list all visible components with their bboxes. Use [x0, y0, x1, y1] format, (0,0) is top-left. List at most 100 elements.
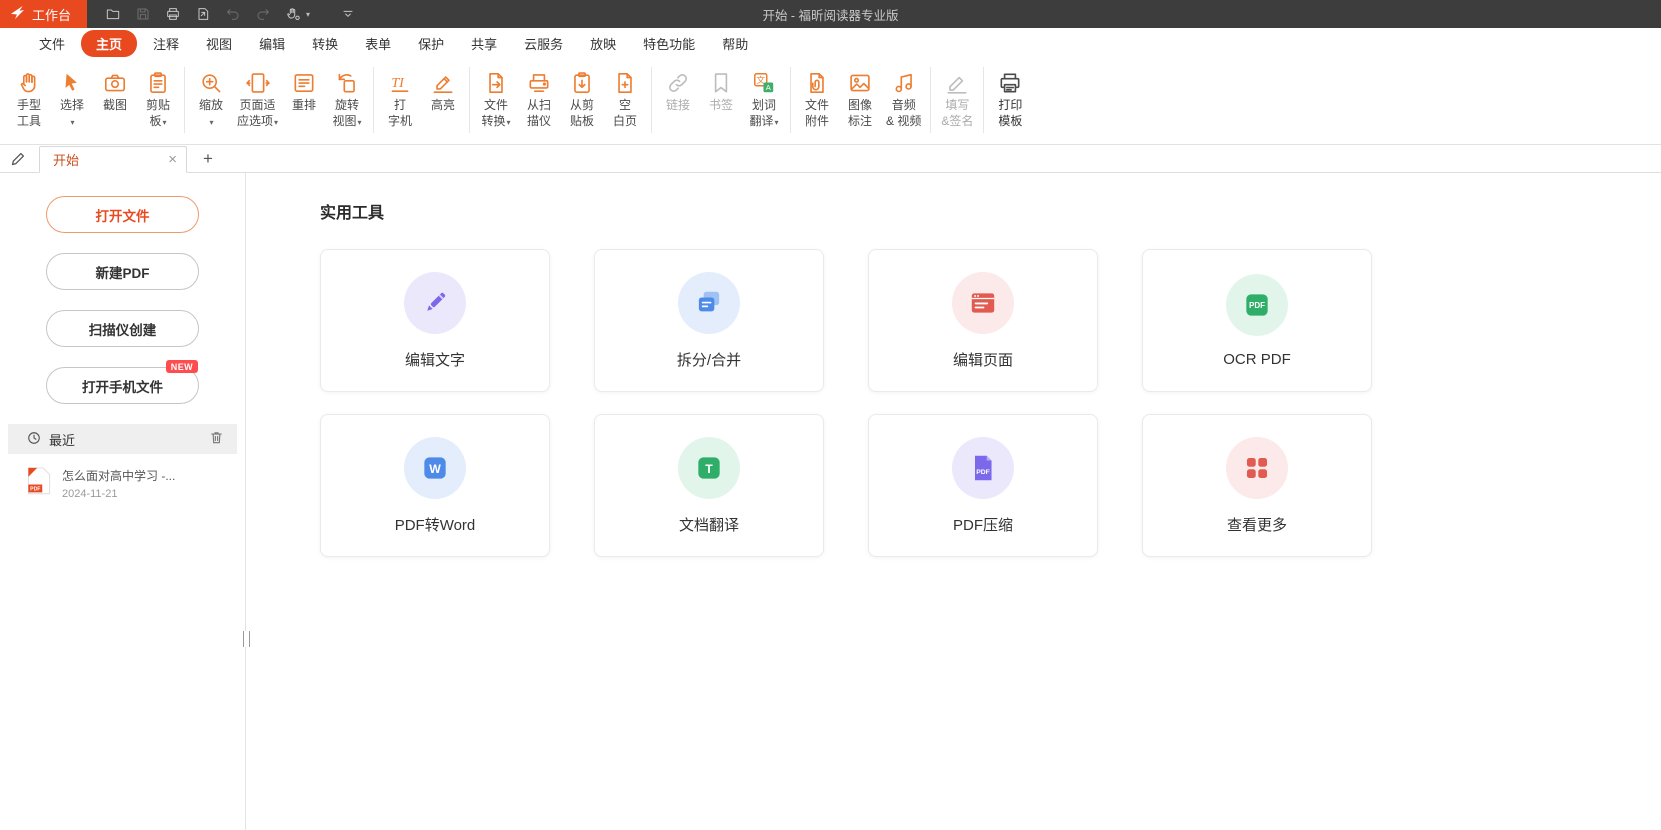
card-doc-translate[interactable]: T 文档翻译 [594, 414, 824, 557]
ribbon-group-0: 手型 工具选择 ▾截图剪贴 板▾ [4, 66, 183, 131]
from-clipboard-icon [569, 68, 595, 98]
menu-edit[interactable]: 编辑 [246, 30, 298, 57]
rotate-view-label: 旋转 视图▾ [333, 98, 362, 129]
pdf-file-icon: PDF [27, 467, 51, 500]
bookmark-icon [708, 68, 734, 98]
ribbon-file-convert-button[interactable]: 文件 转换▾ [476, 66, 516, 131]
export-page-icon[interactable] [189, 2, 216, 26]
doc-translate-label: 文档翻译 [679, 514, 739, 535]
word-translate-dropdown-caret: ▾ [775, 118, 779, 127]
section-title: 实用工具 [320, 199, 1661, 223]
rotate-view-icon [334, 68, 360, 98]
ribbon-audio-video-button[interactable]: 音频 & 视频 [883, 66, 924, 131]
recent-file-item[interactable]: PDF怎么面对高中学习 -...2024-11-21 [0, 454, 245, 500]
ribbon-hand-tool-button[interactable]: 手型 工具 [9, 66, 49, 131]
tab-close-icon[interactable]: × [168, 152, 177, 167]
ribbon-reflow-button[interactable]: 重排 [284, 66, 324, 116]
fill-sign-icon [944, 68, 970, 98]
audio-video-label: 音频 & 视频 [886, 98, 921, 129]
touch-mode-icon[interactable] [279, 2, 306, 26]
highlight-label: 高亮 [431, 98, 455, 114]
zoom-label: 缩放 ▾ [199, 98, 223, 129]
menu-form[interactable]: 表单 [352, 30, 404, 57]
typewriter-label: 打 字机 [388, 98, 412, 129]
ribbon-from-scanner-button[interactable]: 从扫 描仪 [519, 66, 559, 131]
touch-mode-icon-caret[interactable]: ▾ [306, 10, 310, 19]
menu-help[interactable]: 帮助 [709, 30, 761, 57]
tab-start[interactable]: 开始 × [39, 146, 187, 173]
rotate-view-dropdown-caret: ▾ [358, 118, 362, 127]
menu-home[interactable]: 主页 [81, 30, 137, 57]
file-convert-dropdown-caret: ▾ [507, 118, 511, 127]
file-attachment-label: 文件 附件 [805, 98, 829, 129]
ribbon-group-3: 文件 转换▾从扫 描仪从剪 贴板空 白页 [471, 66, 650, 131]
ribbon-print-template-button[interactable]: 打印 模板 [990, 66, 1030, 131]
customize-toolbar-icon[interactable] [334, 2, 361, 26]
ribbon-fill-sign-button[interactable]: 填写 &签名 [937, 66, 977, 131]
word-translate-label: 划词 翻译▾ [750, 98, 779, 129]
open-mobile-files-button[interactable]: 打开手机文件NEW [46, 367, 199, 404]
card-edit-text[interactable]: 编辑文字 [320, 249, 550, 392]
card-ocr-pdf[interactable]: PDFOCR PDF [1142, 249, 1372, 392]
ribbon-select-button[interactable]: 选择 ▾ [52, 66, 92, 131]
scanner-create-button[interactable]: 扫描仪创建 [46, 310, 199, 347]
card-pdf-compress[interactable]: PDFPDF压缩 [868, 414, 1098, 557]
open-folder-icon[interactable] [99, 2, 126, 26]
recent-file-title: 怎么面对高中学习 -... [62, 467, 175, 484]
menu-cloud[interactable]: 云服务 [511, 30, 576, 57]
sidebar-splitter-handle[interactable] [243, 631, 250, 647]
ribbon-typewriter-button[interactable]: TI 打 字机 [380, 66, 420, 131]
workspace-button[interactable]: 工作台 [0, 0, 87, 28]
ribbon-divider [930, 67, 931, 133]
svg-text:W: W [429, 461, 441, 475]
menu-comment[interactable]: 注释 [140, 30, 192, 57]
new-tab-button[interactable]: + [203, 149, 213, 169]
file-convert-icon [483, 68, 509, 98]
ribbon-from-clipboard-button[interactable]: 从剪 贴板 [562, 66, 602, 131]
ribbon-divider [184, 67, 185, 133]
clear-recent-icon[interactable] [209, 430, 224, 448]
ribbon-snapshot-button[interactable]: 截图 [95, 66, 135, 116]
card-view-more[interactable]: 查看更多 [1142, 414, 1372, 557]
pdf-compress-label: PDF压缩 [953, 514, 1013, 535]
new-pdf-button[interactable]: 新建PDF [46, 253, 199, 290]
reflow-label: 重排 [292, 98, 316, 114]
ribbon-word-translate-button[interactable]: 文A划词 翻译▾ [744, 66, 784, 131]
undo-icon[interactable] [219, 2, 246, 26]
highlight-icon [430, 68, 456, 98]
menu-share[interactable]: 共享 [458, 30, 510, 57]
card-edit-pages[interactable]: 编辑页面 [868, 249, 1098, 392]
ribbon-page-fit-options-button[interactable]: 页面适 应选项▾ [234, 66, 281, 131]
menu-slideshow[interactable]: 放映 [577, 30, 629, 57]
menu-file[interactable]: 文件 [26, 30, 78, 57]
ribbon-link-button[interactable]: 链接 [658, 66, 698, 116]
print-icon[interactable] [159, 2, 186, 26]
hand-tool-label: 手型 工具 [17, 98, 41, 129]
ribbon-blank-page-button[interactable]: 空 白页 [605, 66, 645, 131]
save-icon[interactable] [129, 2, 156, 26]
ribbon-zoom-button[interactable]: 缩放 ▾ [191, 66, 231, 131]
open-file-button[interactable]: 打开文件 [46, 196, 199, 233]
svg-text:T: T [705, 461, 713, 475]
menu-convert[interactable]: 转换 [299, 30, 351, 57]
ribbon-highlight-button[interactable]: 高亮 [423, 66, 463, 116]
pencil-icon[interactable] [10, 151, 26, 167]
quick-access-toolbar: ▾ [99, 2, 361, 26]
menu-protect[interactable]: 保护 [405, 30, 457, 57]
ribbon-divider [651, 67, 652, 133]
svg-text:TI: TI [391, 75, 405, 91]
ribbon-clipboard-button[interactable]: 剪贴 板▾ [138, 66, 178, 131]
redo-icon[interactable] [249, 2, 276, 26]
file-attachment-icon [804, 68, 830, 98]
menu-view[interactable]: 视图 [193, 30, 245, 57]
ribbon-file-attachment-button[interactable]: 文件 附件 [797, 66, 837, 131]
ribbon-rotate-view-button[interactable]: 旋转 视图▾ [327, 66, 367, 131]
menu-features[interactable]: 特色功能 [630, 30, 708, 57]
page-fit-options-dropdown-caret: ▾ [274, 118, 278, 127]
card-pdf-to-word[interactable]: WPDF转Word [320, 414, 550, 557]
ribbon-bookmark-button[interactable]: 书签 [701, 66, 741, 116]
card-split-merge[interactable]: 拆分/合并 [594, 249, 824, 392]
ribbon-group-2: TI 打 字机 高亮 [375, 66, 468, 131]
ribbon-image-annotation-button[interactable]: 图像 标注 [840, 66, 880, 131]
open-file-label: 打开文件 [96, 205, 150, 225]
